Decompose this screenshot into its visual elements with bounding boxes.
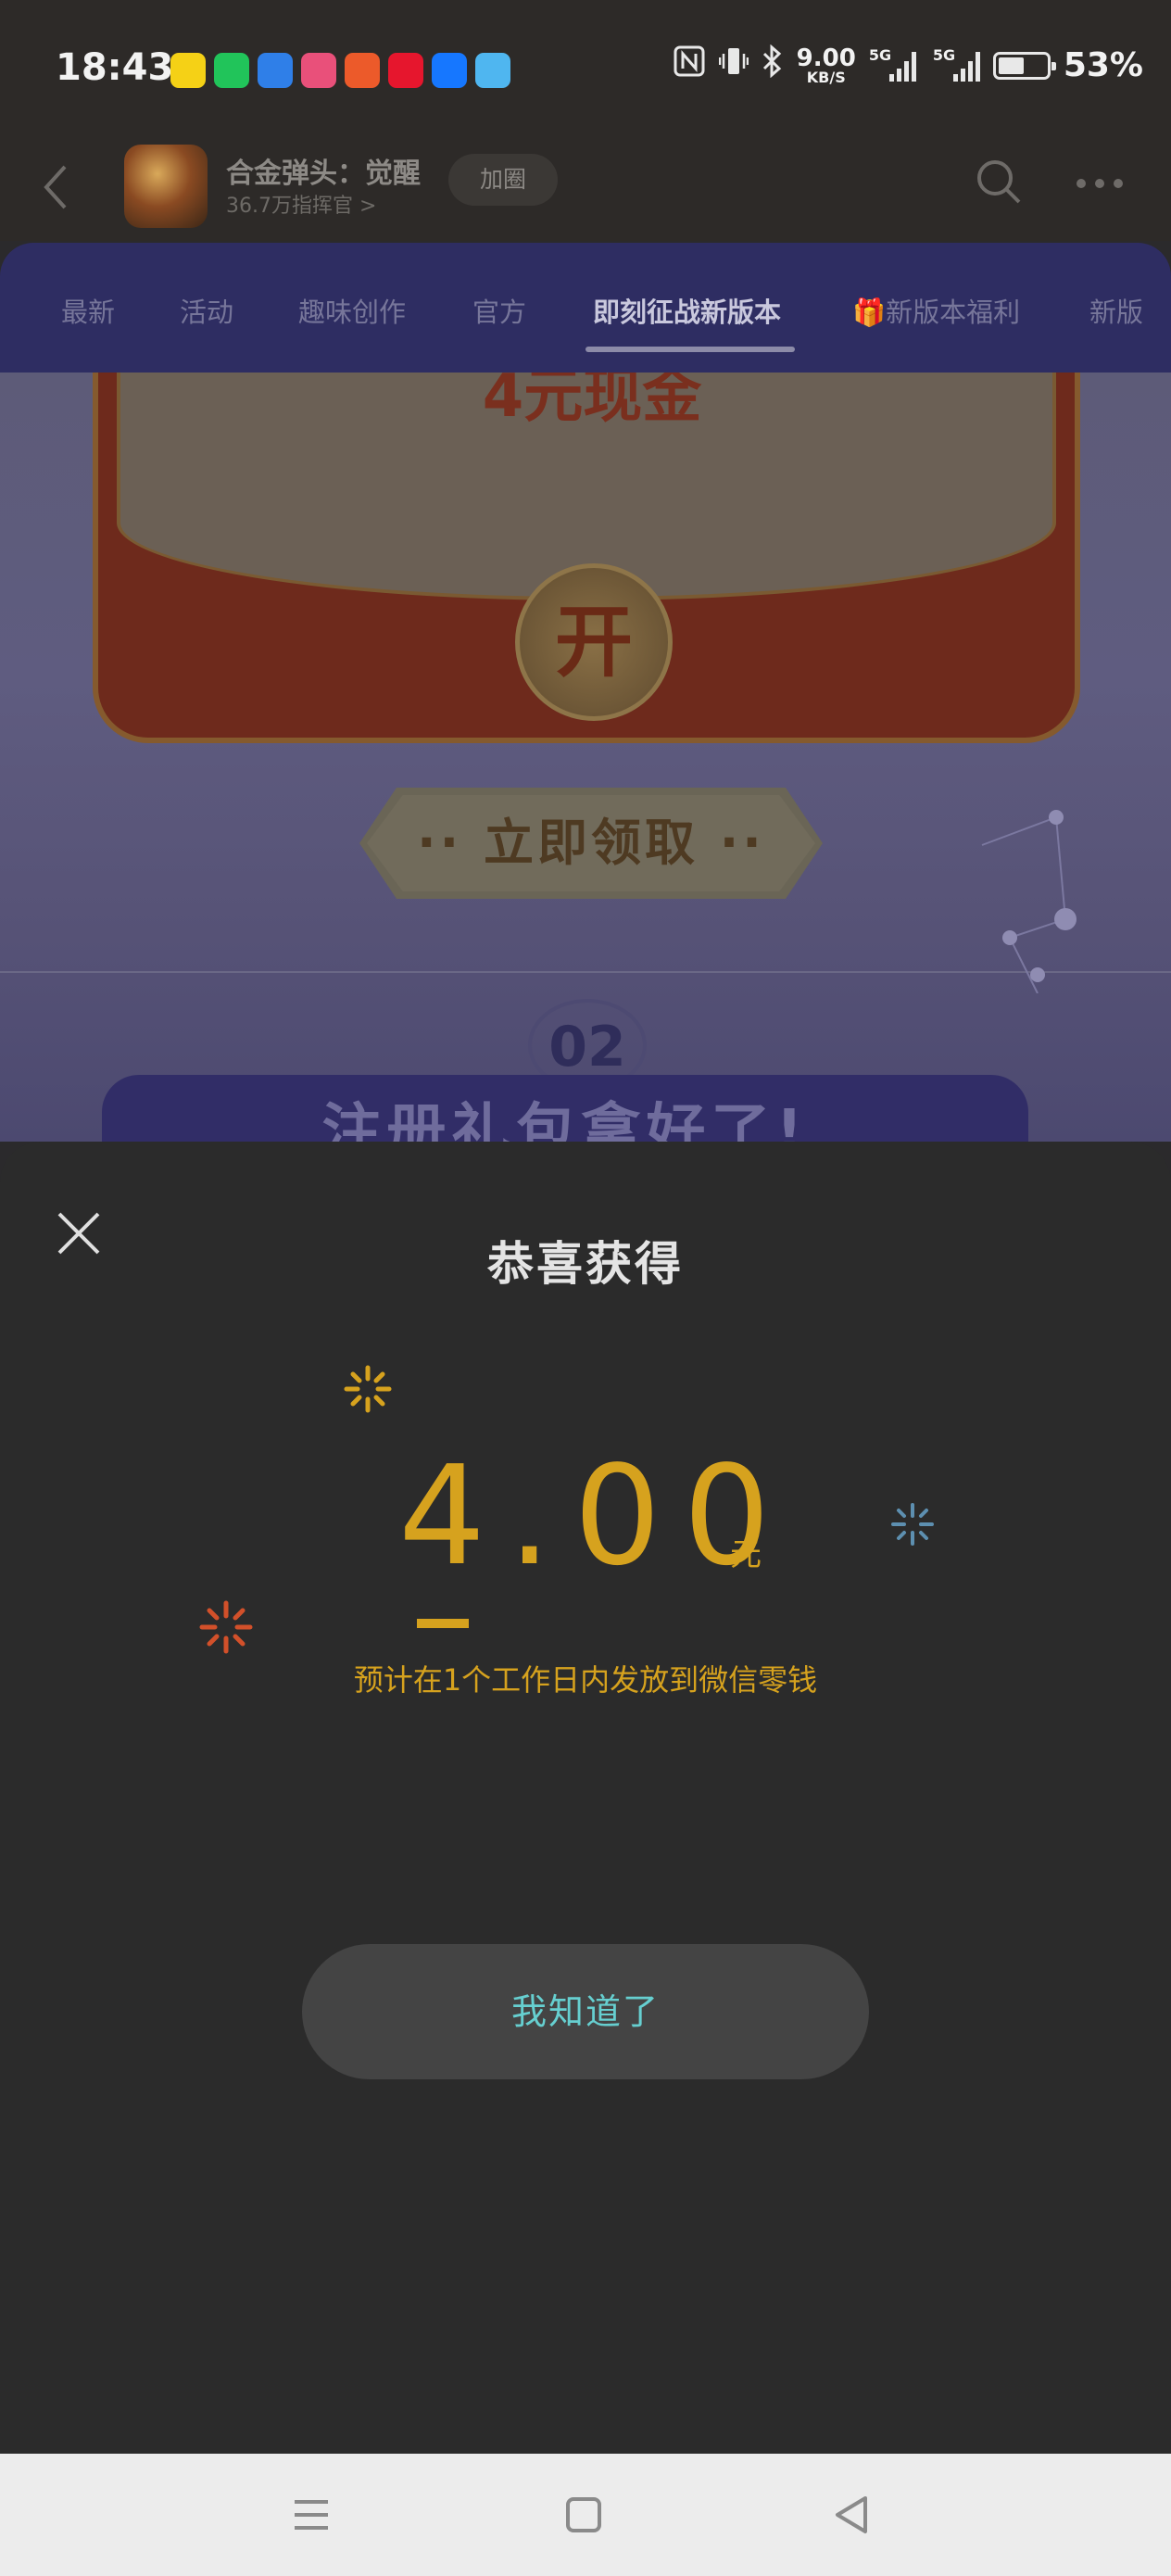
tab-new-version-welfare[interactable]: 🎁新版本福利 <box>852 291 1020 330</box>
tab-creative[interactable]: 趣味创作 <box>298 291 406 330</box>
envelope-heading: 4元现金 <box>482 373 702 431</box>
red-envelope: 4元现金 开 <box>93 373 1080 743</box>
tab-new-cut[interactable]: 新版 <box>1089 291 1143 330</box>
menu-icon[interactable] <box>283 2487 339 2543</box>
red-app-icon <box>388 53 423 88</box>
status-bar: 18:43 9.00 KB/S 5G 5G 53% <box>0 0 1171 139</box>
active-tab-indicator <box>586 347 795 352</box>
bluetooth-icon <box>762 44 784 86</box>
orange-app-icon <box>345 53 380 88</box>
orange-sparkle-icon <box>199 1600 253 1654</box>
section-title: 注册礼包拿好了! <box>321 1098 809 1142</box>
network-speed: 9.00 KB/S <box>796 44 856 86</box>
gold-sparkle-icon <box>344 1365 392 1413</box>
game-avatar[interactable] <box>124 145 208 228</box>
category-tabs: 最新 活动 趣味创作 官方 即刻征战新版本 🎁新版本福利 新版 <box>0 243 1171 373</box>
status-indicators: 9.00 KB/S 5G 5G 53% <box>673 44 1143 86</box>
vibrate-icon <box>718 44 749 86</box>
section-banner: 注册礼包拿好了! <box>102 1075 1028 1142</box>
gallery-app-icon <box>475 53 510 88</box>
reward-unit: 元 <box>730 1536 762 1573</box>
got-it-button[interactable]: 我知道了 <box>302 1944 869 2079</box>
tab-new-version[interactable]: 即刻征战新版本 <box>593 291 781 330</box>
battery-percent: 53% <box>1063 46 1143 84</box>
back-arrow-icon[interactable] <box>37 159 74 215</box>
back-triangle-icon[interactable] <box>825 2487 880 2543</box>
search-icon[interactable] <box>975 158 1023 206</box>
nfc-icon <box>673 44 706 86</box>
blue-sparkle-icon <box>891 1503 934 1546</box>
tab-activity[interactable]: 活动 <box>180 291 233 330</box>
event-banner: 4元现金 开 ·· 立即领取 ·· 02 注册礼包拿好了! <box>0 373 1171 1142</box>
payout-description: 预计在1个工作日内发放到微信零钱 <box>353 1662 818 1698</box>
game-title[interactable]: 合金弹头：觉醒 <box>226 150 421 191</box>
green-app-icon <box>214 53 249 88</box>
home-icon[interactable] <box>556 2487 611 2543</box>
sheet-title: 恭喜获得 <box>487 1237 684 1291</box>
sim1-signal-icon: 5G <box>869 46 916 82</box>
system-nav-bar <box>0 2454 1171 2576</box>
blue-app-icon <box>258 53 293 88</box>
tab-official[interactable]: 官方 <box>472 291 526 330</box>
alipay-app-icon <box>432 53 467 88</box>
more-options-icon[interactable] <box>1075 176 1125 189</box>
join-circle-button[interactable]: 加圈 <box>448 154 558 206</box>
pink-app-icon <box>301 53 336 88</box>
notification-app-icons <box>170 53 510 88</box>
reward-bottom-sheet: 恭喜获得 4.00 元 预计在1个工作日内发放到微信零钱 我知道了 <box>0 1142 1171 2454</box>
app-header: 合金弹头：觉醒 36.7万指挥官 > 加圈 <box>0 139 1171 241</box>
tab-latest[interactable]: 最新 <box>61 291 115 330</box>
member-count[interactable]: 36.7万指挥官 > <box>226 189 376 219</box>
status-time: 18:43 <box>56 46 174 89</box>
constellation-decoration <box>981 810 1077 993</box>
sim2-signal-icon: 5G <box>933 46 980 82</box>
meituan-app-icon <box>170 53 206 88</box>
amount-underline <box>417 1619 469 1628</box>
battery-icon <box>992 51 1056 80</box>
open-envelope-button[interactable]: 开 <box>515 563 673 721</box>
claim-now-button[interactable]: ·· 立即领取 ·· <box>367 795 815 891</box>
